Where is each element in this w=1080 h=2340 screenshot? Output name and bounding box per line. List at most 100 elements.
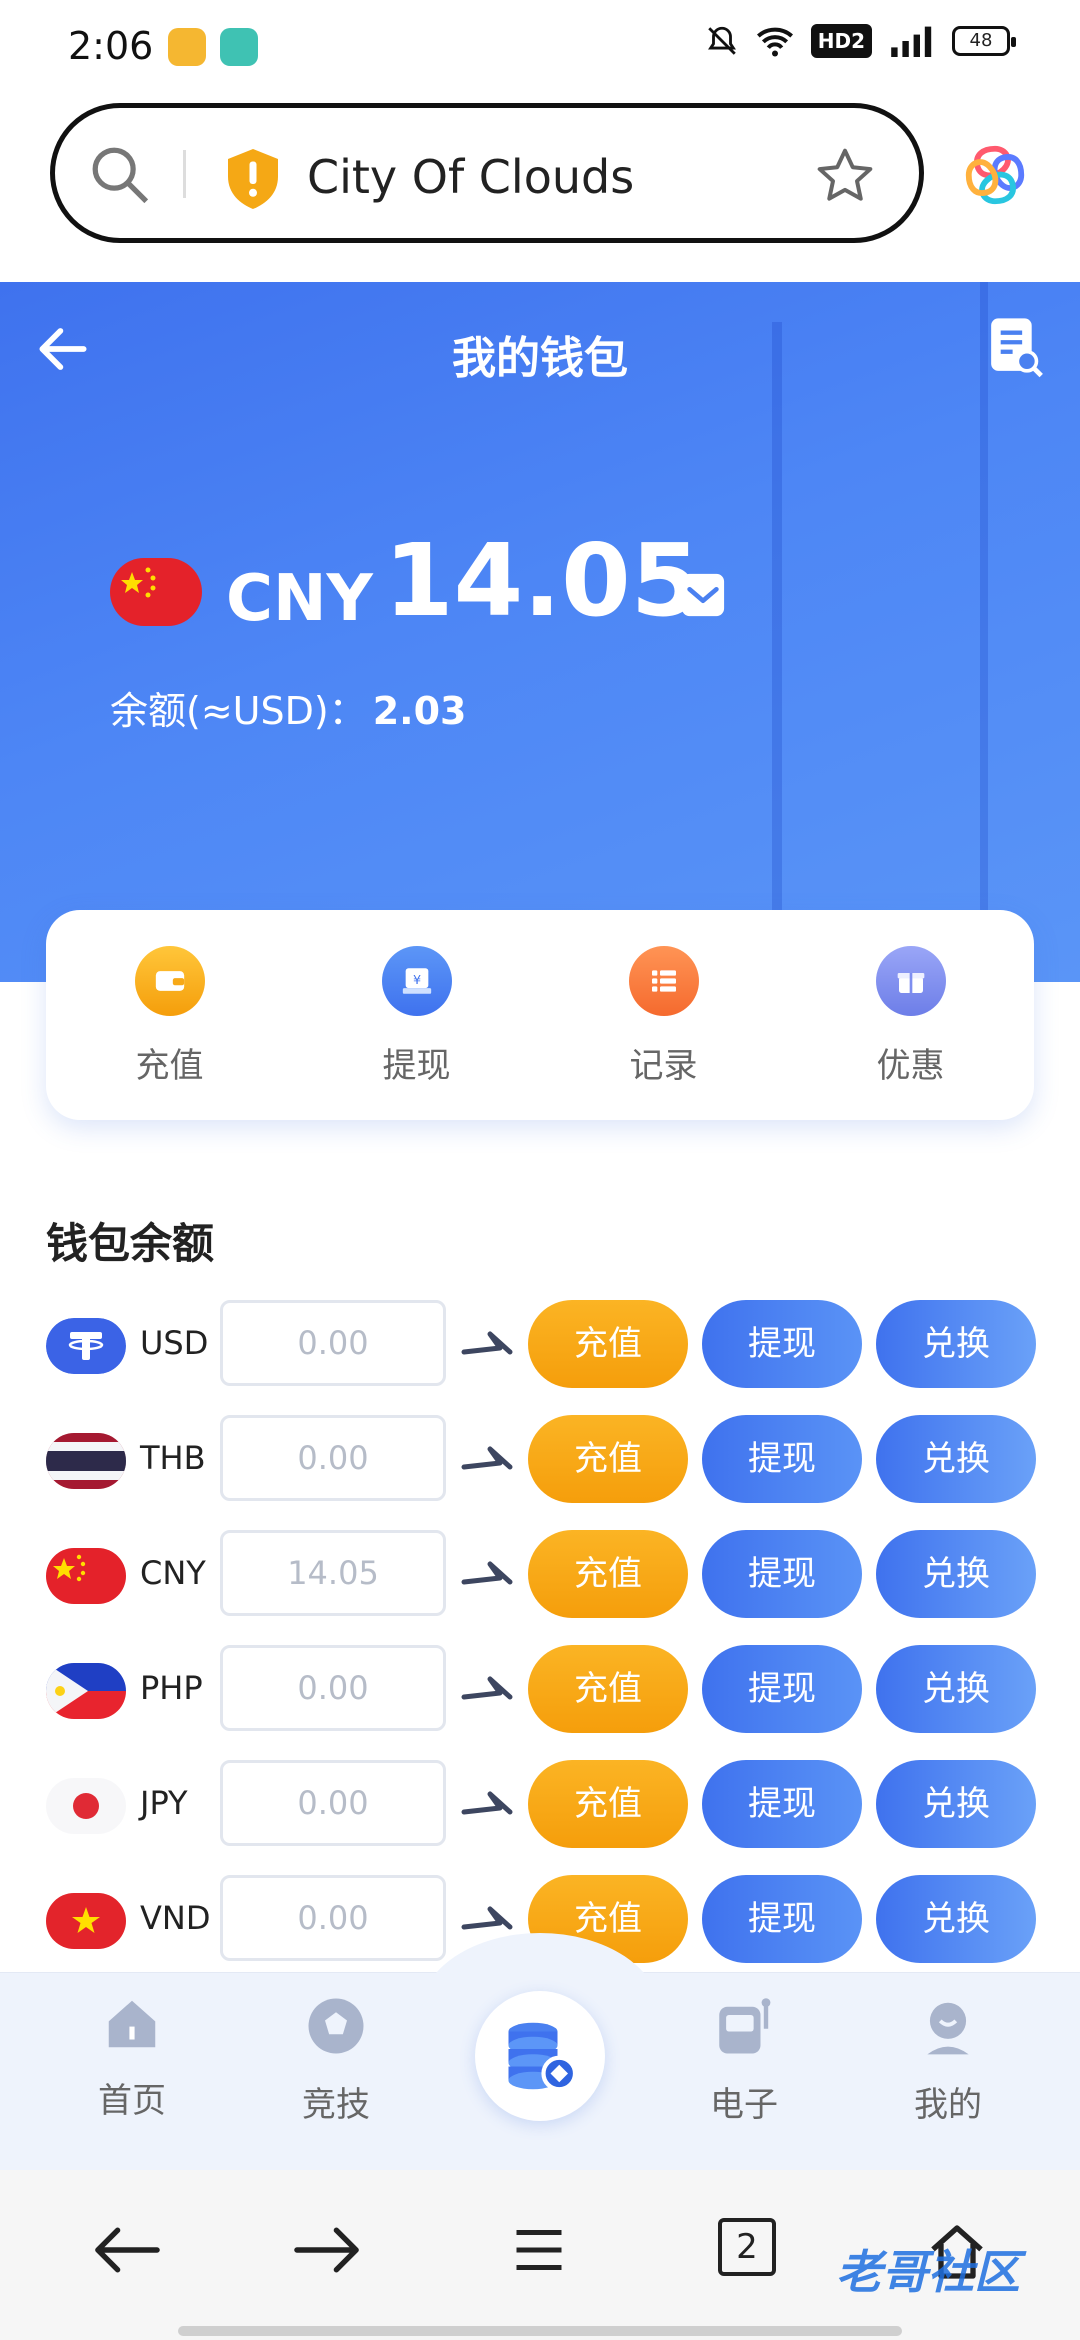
balances-list: USD 0.00 充值 提现 兑换 THB 0.00 充值 提现 兑换 CNY … xyxy=(46,1300,1036,1990)
hd-voice-icon: HD2 xyxy=(810,24,872,58)
tabs-count-button[interactable]: 2 xyxy=(718,2218,776,2276)
browser-logo-icon[interactable] xyxy=(960,140,1030,210)
deposit-button[interactable]: 充值 xyxy=(528,1415,688,1503)
usd-equivalent-value: 2.03 xyxy=(372,689,467,733)
usd-equivalent: 余额(≈USD)： 2.03 xyxy=(110,680,466,735)
wallet-icon xyxy=(134,946,205,1016)
balance-row-jpy: JPY 0.00 充值 提现 兑换 xyxy=(46,1760,1036,1875)
withdraw-button[interactable]: 提现 xyxy=(702,1645,862,1733)
balance-amount-field[interactable]: 0.00 xyxy=(220,1300,446,1386)
arrow-right-icon xyxy=(461,1331,513,1355)
slot-machine-icon xyxy=(719,1998,771,2054)
withdraw-button[interactable]: 提现 xyxy=(702,1415,862,1503)
signal-icon xyxy=(891,26,932,57)
currency-code: USD xyxy=(140,1324,209,1362)
nav-forward-icon[interactable] xyxy=(292,2220,366,2280)
currency-code: THB xyxy=(140,1439,206,1477)
balance-amount-field[interactable]: 0.00 xyxy=(220,1415,446,1501)
notification-app-icon-2 xyxy=(220,28,258,66)
notification-app-icon xyxy=(168,28,206,66)
search-icon[interactable] xyxy=(85,140,155,210)
status-bar: 2:06 HD2 48 xyxy=(0,0,1080,95)
tab-label: 我的 xyxy=(914,2085,982,2125)
tab-home[interactable]: 首页 xyxy=(52,1993,212,2122)
currency-code: CNY xyxy=(226,562,373,636)
tab-label: 竞技 xyxy=(302,2085,370,2125)
currency-code: CNY xyxy=(140,1554,206,1592)
exchange-button[interactable]: 兑换 xyxy=(876,1530,1036,1618)
shield-warning-icon[interactable] xyxy=(223,146,283,212)
bottom-tab-bar: 首页 竞技 电子 我的 xyxy=(0,1933,1080,2170)
page-title: 我的钱包 xyxy=(452,333,628,384)
deposit-button[interactable]: 充值 xyxy=(528,1760,688,1848)
japan-flag-icon xyxy=(46,1778,126,1834)
action-label: 优惠 xyxy=(876,1046,945,1086)
currency-code: JPY xyxy=(140,1784,188,1822)
arrow-right-icon xyxy=(461,1446,513,1470)
deposit-button[interactable]: 充值 xyxy=(528,1300,688,1388)
tab-wallet[interactable] xyxy=(475,1991,605,2121)
action-records[interactable]: 记录 xyxy=(540,910,787,1120)
balance-row-thb: THB 0.00 充值 提现 兑换 xyxy=(46,1415,1036,1530)
balance-amount-field[interactable]: 0.00 xyxy=(220,1875,446,1961)
withdraw-button[interactable]: 提现 xyxy=(702,1300,862,1388)
status-time: 2:06 xyxy=(68,24,154,68)
balance-amount-field[interactable]: 0.00 xyxy=(220,1760,446,1846)
address-divider xyxy=(183,150,186,198)
exchange-button[interactable]: 兑换 xyxy=(876,1760,1036,1848)
wallet-header: 我的钱包 CNY 14.05 余额(≈USD)： 2.03 xyxy=(0,282,1080,982)
site-title[interactable]: City Of Clouds xyxy=(307,150,634,204)
deposit-button[interactable]: 充值 xyxy=(528,1645,688,1733)
tab-label: 电子 xyxy=(710,2085,778,2125)
wifi-icon xyxy=(756,27,793,57)
vietnam-flag-icon xyxy=(46,1893,126,1949)
thailand-flag-icon xyxy=(46,1433,126,1489)
quick-actions: 充值 ¥ 提现 记录 优惠 xyxy=(46,910,1034,1120)
action-withdraw[interactable]: ¥ 提现 xyxy=(293,910,540,1120)
balance-amount-field[interactable]: 0.00 xyxy=(220,1645,446,1731)
balance-row-usd: USD 0.00 充值 提现 兑换 xyxy=(46,1300,1036,1415)
arrow-right-icon xyxy=(461,1676,513,1700)
action-deposit[interactable]: 充值 xyxy=(46,910,293,1120)
action-label: 充值 xyxy=(135,1046,204,1086)
nav-back-icon[interactable] xyxy=(88,2220,162,2280)
gesture-bar[interactable] xyxy=(178,2326,902,2336)
action-promotions[interactable]: 优惠 xyxy=(787,910,1034,1120)
exchange-button[interactable]: 兑换 xyxy=(876,1415,1036,1503)
exchange-button[interactable]: 兑换 xyxy=(876,1875,1036,1963)
balance-row-cny: CNY 14.05 充值 提现 兑换 xyxy=(46,1530,1036,1645)
profile-icon xyxy=(927,2002,969,2055)
watermark-logo: 老哥社区 xyxy=(836,2245,1020,2299)
home-icon xyxy=(108,2000,156,2048)
china-flag-icon xyxy=(46,1548,126,1604)
wallet-amount: 14.05 xyxy=(384,522,701,639)
china-flag-icon xyxy=(110,558,202,626)
address-bar[interactable]: City Of Clouds xyxy=(50,103,924,243)
philippines-flag-icon xyxy=(46,1663,126,1719)
tether-usdt-icon xyxy=(46,1318,126,1374)
tab-electronic[interactable]: 电子 xyxy=(664,1993,824,2126)
transaction-record-icon[interactable] xyxy=(986,316,1044,378)
menu-icon[interactable] xyxy=(508,2220,570,2280)
action-label: 提现 xyxy=(382,1046,451,1086)
exchange-button[interactable]: 兑换 xyxy=(876,1645,1036,1733)
withdraw-button[interactable]: 提现 xyxy=(702,1760,862,1848)
withdraw-button[interactable]: 提现 xyxy=(702,1875,862,1963)
tab-label: 首页 xyxy=(98,2081,166,2121)
usd-equivalent-label: 余额(≈USD)： xyxy=(110,689,367,733)
tab-mine[interactable]: 我的 xyxy=(868,1993,1028,2126)
tab-sports[interactable]: 竞技 xyxy=(256,1993,416,2126)
gift-icon xyxy=(875,946,946,1016)
battery-icon: 48 xyxy=(952,26,1016,56)
currency-dropdown-icon[interactable] xyxy=(680,572,726,618)
bookmark-star-icon[interactable] xyxy=(813,144,877,208)
balances-title: 钱包余额 xyxy=(46,1219,215,1268)
svg-text:¥: ¥ xyxy=(412,973,420,988)
deposit-button[interactable]: 充值 xyxy=(528,1530,688,1618)
exchange-button[interactable]: 兑换 xyxy=(876,1300,1036,1388)
balance-amount-field[interactable]: 14.05 xyxy=(220,1530,446,1616)
balance-row-php: PHP 0.00 充值 提现 兑换 xyxy=(46,1645,1036,1760)
arrow-right-icon xyxy=(461,1791,513,1815)
withdraw-button[interactable]: 提现 xyxy=(702,1530,862,1618)
action-label: 记录 xyxy=(629,1046,698,1086)
